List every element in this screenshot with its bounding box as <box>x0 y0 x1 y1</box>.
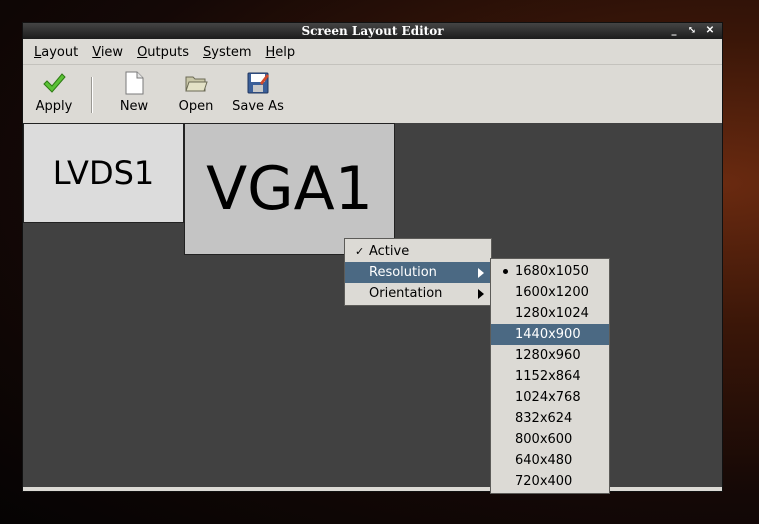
apply-label: Apply <box>35 99 73 114</box>
context-item-label: Resolution <box>369 265 437 280</box>
save-as-button[interactable]: Save As <box>227 65 289 123</box>
menu-view[interactable]: View <box>81 45 130 60</box>
resolution-label: 800x600 <box>515 432 573 447</box>
resolution-item[interactable]: 720x400 <box>491 471 609 492</box>
resolution-submenu: 1680x1050 1600x1200 1280x1024 1440x900 1… <box>490 258 610 494</box>
new-button[interactable]: New <box>103 65 165 123</box>
minimize-button[interactable]: _ <box>668 25 680 37</box>
resolution-item[interactable]: 1280x960 <box>491 345 609 366</box>
close-button[interactable]: ✕ <box>704 25 716 37</box>
submenu-arrow-icon <box>478 289 484 299</box>
resolution-item[interactable]: 1680x1050 <box>491 261 609 282</box>
monitor-label-lvds1: LVDS1 <box>52 154 155 192</box>
menu-outputs[interactable]: Outputs <box>126 45 196 60</box>
radio-bullet-icon <box>503 269 508 274</box>
new-label: New <box>119 99 149 114</box>
maximize-button[interactable]: ⤡ <box>686 25 698 37</box>
resolution-label: 1024x768 <box>515 390 581 405</box>
menu-system[interactable]: System <box>192 45 259 60</box>
context-item-label: Active <box>369 244 410 259</box>
monitor-label-vga1: VGA1 <box>206 154 373 224</box>
resolution-label: 1280x960 <box>515 348 581 363</box>
checkmark-icon <box>43 73 66 93</box>
resolution-label: 1280x1024 <box>515 306 589 321</box>
resolution-label: 1600x1200 <box>515 285 589 300</box>
resolution-label: 1440x900 <box>515 327 581 342</box>
menu-help[interactable]: Help <box>255 45 303 60</box>
resolution-item[interactable]: 1152x864 <box>491 366 609 387</box>
check-icon: ✓ <box>355 245 365 258</box>
window-controls: _ ⤡ ✕ <box>668 23 716 39</box>
monitor-lvds1[interactable]: LVDS1 <box>23 123 184 223</box>
resolution-label: 720x400 <box>515 474 573 489</box>
save-as-label: Save As <box>232 99 284 114</box>
submenu-arrow-icon <box>478 268 484 278</box>
menu-bar: Layout View Outputs System Help <box>23 40 722 65</box>
monitor-context-menu: ✓ Active Resolution Orientation <box>344 238 492 306</box>
save-as-icon <box>247 72 269 94</box>
toolbar: Apply New Open Save As <box>23 65 722 124</box>
title-bar[interactable]: Screen Layout Editor _ ⤡ ✕ <box>23 23 722 39</box>
window-title: Screen Layout Editor <box>301 24 444 38</box>
open-button[interactable]: Open <box>165 65 227 123</box>
resolution-item[interactable]: 1024x768 <box>491 387 609 408</box>
apply-button[interactable]: Apply <box>23 65 85 123</box>
open-label: Open <box>178 99 214 114</box>
new-document-icon <box>125 71 144 95</box>
resolution-label: 1680x1050 <box>515 264 589 279</box>
resolution-item[interactable]: 800x600 <box>491 429 609 450</box>
resolution-item[interactable]: 1600x1200 <box>491 282 609 303</box>
resolution-item[interactable]: 832x624 <box>491 408 609 429</box>
resolution-item[interactable]: 1440x900 <box>491 324 609 345</box>
resolution-label: 1152x864 <box>515 369 581 384</box>
menu-layout[interactable]: Layout <box>23 45 85 60</box>
context-item-active[interactable]: ✓ Active <box>345 241 491 262</box>
monitor-vga1[interactable]: VGA1 <box>184 123 395 255</box>
resolution-label: 832x624 <box>515 411 573 426</box>
resolution-label: 640x480 <box>515 453 573 468</box>
context-item-resolution[interactable]: Resolution <box>345 262 491 283</box>
resolution-item[interactable]: 1280x1024 <box>491 303 609 324</box>
context-item-label: Orientation <box>369 286 443 301</box>
resolution-item[interactable]: 640x480 <box>491 450 609 471</box>
folder-open-icon <box>185 76 208 92</box>
context-item-orientation[interactable]: Orientation <box>345 283 491 304</box>
toolbar-separator <box>91 77 93 113</box>
